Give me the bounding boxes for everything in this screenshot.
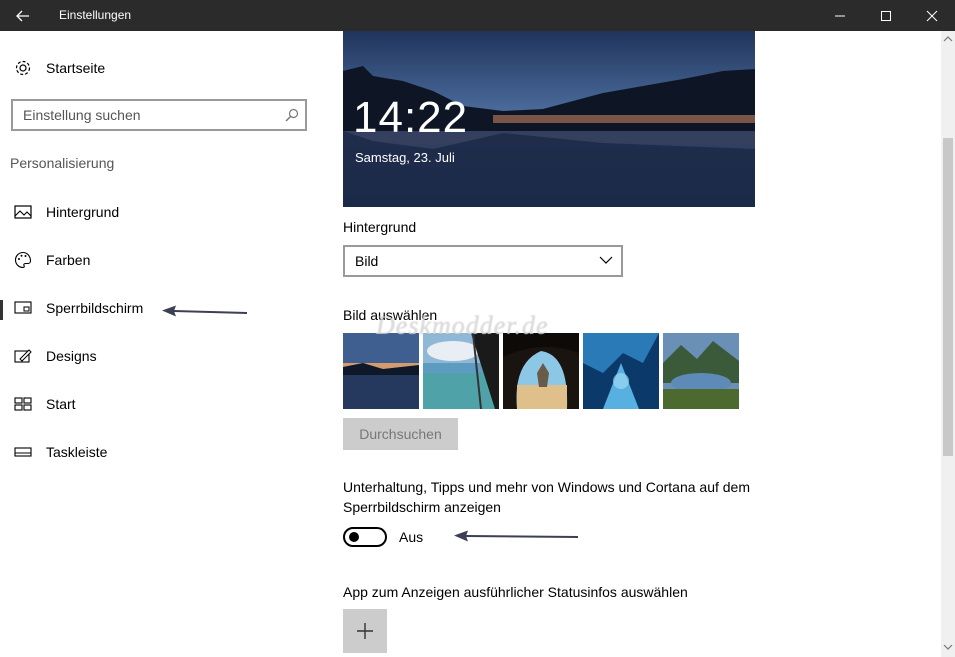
minimize-icon — [835, 15, 845, 16]
picture-thumbnail[interactable] — [663, 333, 739, 409]
background-label: Hintergrund — [343, 219, 417, 235]
active-indicator — [0, 300, 3, 320]
sidebar-item-farben[interactable]: Farben — [0, 242, 320, 278]
window-title: Einstellungen — [59, 8, 132, 22]
taskbar-icon — [14, 443, 32, 461]
themes-icon — [14, 347, 32, 365]
sidebar-home-label: Startseite — [46, 60, 106, 76]
gear-icon — [14, 59, 32, 77]
maximize-icon — [881, 10, 891, 21]
back-arrow-icon — [16, 10, 29, 21]
close-icon — [926, 10, 938, 21]
back-button[interactable] — [0, 0, 46, 31]
watermark: Deskmodder.de — [376, 311, 549, 340]
sidebar-item-label: Farben — [46, 252, 91, 268]
scroll-up-icon[interactable] — [943, 35, 953, 43]
add-status-app-button[interactable] — [343, 609, 387, 653]
scroll-down-icon[interactable] — [943, 643, 953, 651]
sidebar-item-start[interactable]: Start — [0, 386, 320, 422]
lockscreen-icon — [14, 299, 32, 317]
start-icon — [14, 395, 32, 413]
sidebar-item-designs[interactable]: Designs — [0, 338, 320, 374]
picture-thumbnail[interactable] — [503, 333, 579, 409]
preview-date: Samstag, 23. Juli — [355, 150, 455, 165]
browse-button[interactable]: Durchsuchen — [343, 418, 458, 450]
palette-icon — [14, 251, 32, 269]
chevron-down-icon — [599, 256, 613, 264]
minimize-button[interactable] — [817, 0, 863, 31]
annotation-arrow — [454, 530, 579, 542]
scrollbar-thumb[interactable] — [943, 138, 953, 456]
picture-thumbnail[interactable] — [343, 333, 419, 409]
sidebar-item-label: Hintergrund — [46, 204, 120, 220]
search-placeholder: Einstellung suchen — [23, 107, 141, 123]
preview-time: 14:22 — [353, 93, 469, 142]
tips-label-line1: Unterhaltung, Tipps und mehr von Windows… — [343, 479, 751, 495]
toggle-knob — [349, 532, 359, 542]
title-bar: Einstellungen — [0, 0, 955, 31]
sidebar-item-label: Designs — [46, 348, 97, 364]
sidebar-item-taskleiste[interactable]: Taskleiste — [0, 434, 320, 470]
plus-icon — [357, 623, 373, 639]
tips-toggle-state: Aus — [399, 529, 424, 545]
maximize-button[interactable] — [863, 0, 909, 31]
sidebar-item-label: Sperrbildschirm — [46, 300, 144, 316]
sidebar-item-label: Taskleiste — [46, 444, 108, 460]
search-icon — [285, 108, 299, 122]
status-app-label: App zum Anzeigen ausführlicher Statusinf… — [343, 584, 688, 600]
close-button[interactable] — [909, 0, 955, 31]
tips-toggle[interactable] — [343, 527, 387, 547]
sidebar-item-label: Start — [46, 396, 76, 412]
tips-label-line2: Sperrbildschirm anzeigen — [343, 499, 501, 515]
picture-thumbnail[interactable] — [423, 333, 499, 409]
picture-icon — [14, 203, 32, 221]
sidebar-home[interactable]: Startseite — [0, 50, 320, 86]
annotation-arrow — [162, 305, 248, 317]
search-input[interactable]: Einstellung suchen — [11, 99, 307, 131]
picture-thumbnail[interactable] — [583, 333, 659, 409]
sidebar-item-hintergrund[interactable]: Hintergrund — [0, 194, 320, 230]
background-dropdown[interactable]: Bild — [343, 245, 623, 277]
section-heading: Personalisierung — [10, 155, 115, 171]
background-dropdown-value: Bild — [355, 253, 379, 269]
